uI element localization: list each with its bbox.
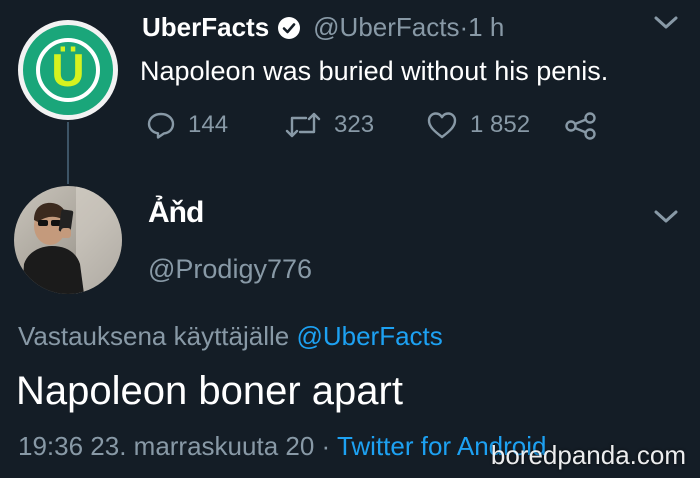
- like-action[interactable]: 1 852: [426, 110, 530, 140]
- share-icon[interactable]: [564, 112, 598, 140]
- reply-meta: 19:36 23. marraskuuta 20 · Twitter for A…: [18, 431, 546, 462]
- retweet-count: 323: [334, 111, 375, 138]
- meta-separator: ·: [314, 431, 337, 461]
- uberfacts-logo: Ü: [36, 38, 100, 102]
- tweet-author-handle[interactable]: @UberFacts: [313, 12, 459, 43]
- reply-author-name[interactable]: Ảňd: [148, 196, 204, 230]
- reply-author-handle[interactable]: @Prodigy776: [148, 254, 312, 285]
- prodigy-avatar[interactable]: [14, 186, 122, 294]
- reply-action[interactable]: 144: [146, 110, 228, 140]
- tweet-author-name[interactable]: UberFacts: [142, 12, 269, 43]
- reply-text: Napoleon boner apart: [16, 369, 403, 413]
- chevron-down-icon[interactable]: [652, 14, 680, 32]
- replying-to-link[interactable]: @UberFacts: [296, 321, 442, 351]
- avatar-letter: Ü: [51, 44, 85, 96]
- tweet-header: UberFacts @UberFacts · 1 h: [142, 12, 504, 43]
- thread-line: [67, 122, 69, 184]
- retweet-action[interactable]: 323: [284, 110, 374, 140]
- like-icon: [427, 112, 457, 139]
- uberfacts-avatar[interactable]: Ü: [18, 20, 118, 120]
- replying-to-prefix: Vastauksena käyttäjälle: [18, 321, 297, 351]
- tweet-text: Napoleon was buried without his penis.: [140, 56, 609, 86]
- reply-icon: [147, 112, 175, 139]
- retweet-icon: [285, 112, 321, 138]
- reply-timestamp[interactable]: 19:36 23. marraskuuta 20: [18, 431, 314, 461]
- reply-count: 144: [188, 111, 229, 138]
- tweet-time[interactable]: 1 h: [468, 12, 504, 43]
- avatar-photo: [22, 186, 122, 294]
- like-count: 1 852: [470, 111, 531, 138]
- header-separator: ·: [459, 12, 469, 42]
- watermark: boredpanda.com: [490, 440, 686, 470]
- chevron-down-icon[interactable]: [652, 208, 680, 226]
- replying-to: Vastauksena käyttäjälle @UberFacts: [18, 321, 443, 352]
- verified-icon: [278, 16, 301, 39]
